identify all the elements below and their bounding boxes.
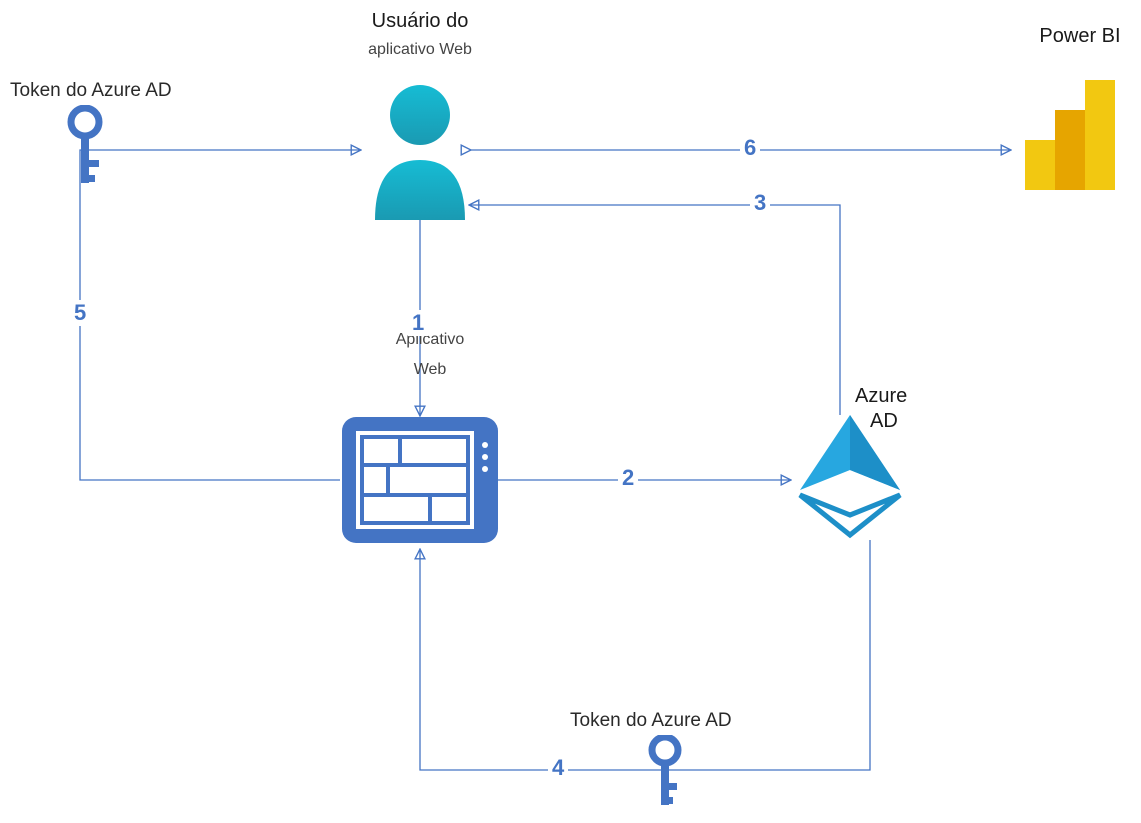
edge-label-6: 6 <box>740 135 760 161</box>
azuread-icon <box>790 410 910 540</box>
edge-label-3: 3 <box>750 190 770 216</box>
token2-title: Token do Azure AD <box>570 710 770 733</box>
powerbi-title: Power BI <box>1030 25 1130 48</box>
edge-label-4: 4 <box>548 755 568 781</box>
edge-label-2: 2 <box>618 465 638 491</box>
connectors-layer <box>0 0 1141 823</box>
user-subtitle: aplicativo Web <box>350 40 490 59</box>
user-title: Usuário do <box>350 10 490 33</box>
edge-label-1: 1 <box>408 310 428 336</box>
key-icon <box>60 105 110 195</box>
powerbi-icon <box>1015 70 1125 190</box>
tablet-icon <box>340 415 500 545</box>
user-icon <box>360 70 480 220</box>
edge-label-5: 5 <box>70 300 90 326</box>
key-icon-2 <box>640 735 690 815</box>
token1-title: Token do Azure AD <box>10 80 210 103</box>
webapp-title: Aplicativo <box>380 330 480 349</box>
diagram-canvas: Usuário do aplicativo Web Power BI Token… <box>0 0 1141 823</box>
azuread-title: Azure <box>855 385 935 408</box>
webapp-subtitle: Web <box>380 360 480 379</box>
